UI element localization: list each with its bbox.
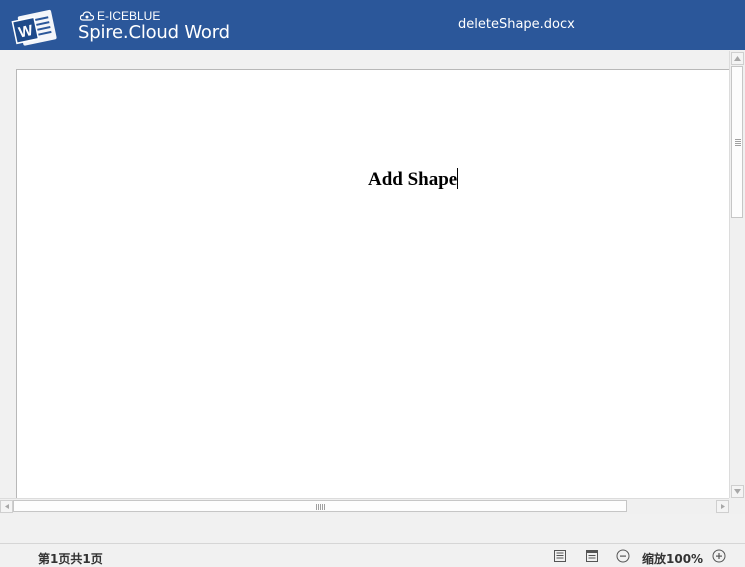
document-text-content: Add Shape — [368, 169, 458, 190]
scroll-right-button[interactable] — [716, 500, 729, 513]
document-viewport[interactable]: Add Shape — [0, 50, 745, 515]
vertical-scroll-thumb[interactable] — [731, 66, 743, 218]
zoom-in-icon[interactable] — [712, 549, 726, 563]
horizontal-scroll-thumb[interactable] — [13, 500, 627, 512]
word-logo-icon: W — [11, 9, 57, 46]
web-layout-icon[interactable] — [585, 549, 599, 563]
arrow-down-icon — [734, 489, 741, 494]
arrow-left-icon — [5, 504, 9, 509]
scroll-up-button[interactable] — [731, 52, 744, 65]
print-layout-icon[interactable] — [553, 549, 567, 563]
zoom-out-icon[interactable] — [616, 549, 630, 563]
document-title: deleteShape.docx — [458, 17, 575, 32]
app-header: W E-ICEBLUE Spire.Cloud Word deleteShape… — [0, 0, 745, 50]
scroll-down-button[interactable] — [731, 485, 744, 498]
text-caret — [457, 168, 459, 189]
brand-company: E-ICEBLUE — [80, 9, 160, 23]
brand-product: Spire.Cloud Word — [78, 22, 230, 43]
document-page[interactable]: Add Shape — [16, 69, 737, 500]
arrow-right-icon — [721, 504, 725, 509]
page-count: 第1页共1页 — [38, 552, 103, 566]
vertical-scrollbar[interactable] — [729, 51, 745, 498]
scrollbar-corner — [729, 498, 745, 514]
arrow-up-icon — [734, 56, 741, 61]
zoom-level: 缩放100% — [642, 552, 704, 566]
scroll-left-button[interactable] — [0, 500, 13, 513]
status-bar: 第1页共1页 缩放100% — [0, 543, 745, 566]
brand-company-text: E-ICEBLUE — [97, 9, 161, 23]
document-text[interactable]: Add Shape — [368, 168, 459, 191]
horizontal-scrollbar[interactable] — [0, 498, 729, 514]
cloud-icon — [80, 11, 94, 21]
